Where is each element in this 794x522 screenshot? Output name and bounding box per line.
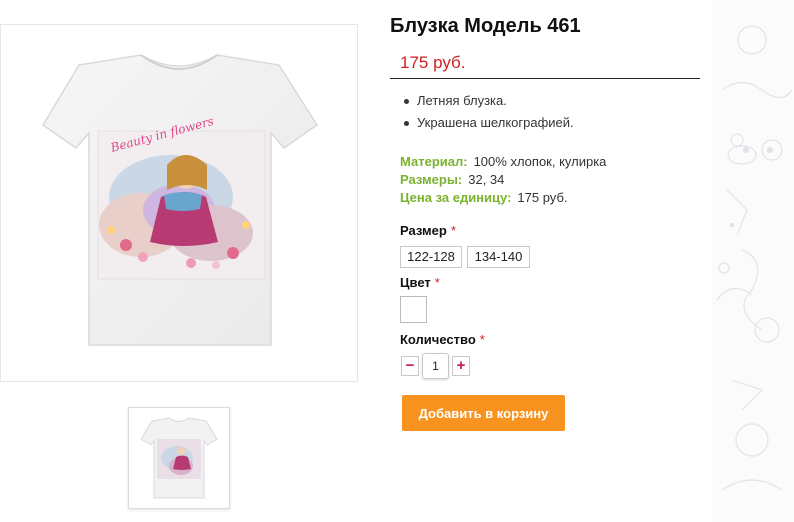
size-option-134-140[interactable]: 134-140 (467, 246, 530, 268)
product-properties: Материал: 100% хлопок, кулирка Размеры: 32… (400, 154, 606, 208)
product-title: Блузка Модель 461 (390, 15, 581, 37)
product-price: 175 руб. (400, 53, 466, 72)
property-value: 32, 34 (468, 172, 505, 187)
property-row-sizes: Размеры: 32, 34 (400, 172, 606, 190)
color-label-text: Цвет (400, 275, 431, 290)
feature-item: Украшена шелкографией. (400, 114, 574, 136)
size-label: Размер * (400, 223, 456, 238)
add-to-cart-button[interactable]: Добавить в корзину (402, 395, 565, 431)
required-mark: * (450, 223, 456, 238)
color-label: Цвет * (400, 275, 440, 290)
color-swatch[interactable] (400, 296, 427, 323)
decorative-doodle-background (712, 0, 794, 522)
size-option-122-128[interactable]: 122-128 (400, 246, 462, 268)
property-value: 175 руб. (517, 190, 568, 205)
quantity-label: Количество * (400, 332, 485, 347)
property-key: Материал: (400, 154, 468, 169)
quantity-input[interactable] (422, 353, 449, 379)
quantity-decrease-button[interactable]: − (401, 356, 419, 376)
property-value: 100% хлопок, кулирка (473, 154, 607, 169)
property-key: Размеры: (400, 172, 463, 187)
size-label-text: Размер (400, 223, 447, 238)
title-divider (390, 78, 700, 79)
feature-item: Летняя блузка. (400, 92, 574, 114)
feature-list: Летняя блузка. Украшена шелкографией. (400, 92, 574, 136)
required-mark: * (479, 332, 485, 347)
quantity-label-text: Количество (400, 332, 476, 347)
property-row-unit-price: Цена за единицу: 175 руб. (400, 190, 606, 208)
required-mark: * (434, 275, 440, 290)
property-key: Цена за единицу: (400, 190, 512, 205)
property-row-material: Материал: 100% хлопок, кулирка (400, 154, 606, 172)
product-thumbnail[interactable] (128, 407, 230, 509)
quantity-increase-button[interactable]: + (452, 356, 470, 376)
product-main-image[interactable]: Beauty in flowers (0, 24, 358, 382)
